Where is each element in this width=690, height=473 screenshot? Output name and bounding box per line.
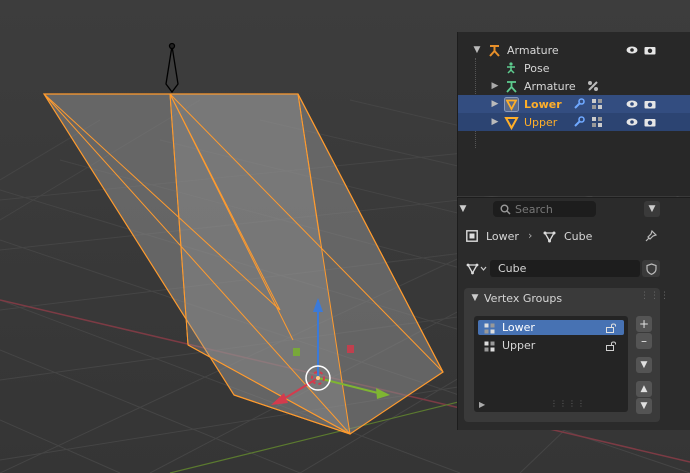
fake-user-shield-icon[interactable] xyxy=(642,260,660,277)
mesh-object-icon xyxy=(503,113,519,131)
mesh-object-icon xyxy=(503,95,519,113)
add-vertex-group-button[interactable]: + xyxy=(636,316,652,332)
outliner-row-upper[interactable]: ▶ Upper xyxy=(458,113,690,131)
search-icon xyxy=(498,202,512,216)
search-input[interactable]: Search xyxy=(493,201,596,217)
mesh-datablock-browse[interactable] xyxy=(466,261,488,277)
vertex-group-item-lower[interactable]: Lower xyxy=(478,320,624,335)
camera-icon[interactable] xyxy=(643,95,657,113)
search-placeholder: Search xyxy=(515,202,553,216)
vertex-group-list[interactable]: Lower Upper ▶ ⋮⋮⋮⋮ xyxy=(474,316,628,412)
chevron-right-icon[interactable]: ▶ xyxy=(490,95,500,113)
chevron-right-icon[interactable]: ▶ xyxy=(490,77,500,95)
vertex-groups-icon xyxy=(590,113,604,131)
eye-icon[interactable] xyxy=(625,95,639,113)
drag-handle-icon[interactable]: ⋮⋮⋮ xyxy=(640,291,670,301)
outliner-row-label: Armature xyxy=(507,43,559,57)
armature-object-icon xyxy=(486,41,502,59)
pin-icon[interactable] xyxy=(644,229,658,243)
mesh-name-value: Cube xyxy=(498,262,527,275)
outliner-row-label: Lower xyxy=(524,97,562,111)
remove-vertex-group-button[interactable]: – xyxy=(636,333,652,349)
vertex-groups-panel: ▼ Vertex Groups ⋮⋮⋮ Lower Upper ▶ ⋮⋮⋮⋮ +… xyxy=(464,288,669,422)
outliner-row-label: Upper xyxy=(524,115,558,129)
lock-icon[interactable] xyxy=(604,321,618,334)
breadcrumb-data: Cube xyxy=(564,230,593,243)
vertex-groups-icon xyxy=(483,340,495,352)
armature-data-icon xyxy=(504,77,518,95)
chevron-down-icon[interactable]: ▼ xyxy=(472,41,482,59)
object-icon xyxy=(465,229,479,243)
outliner-row-lower[interactable]: ▶ Lower xyxy=(458,95,690,113)
wrench-icon[interactable] xyxy=(572,95,586,113)
outliner-row-armature-object[interactable]: ▼ Armature xyxy=(458,41,690,59)
outliner-row-label: Armature xyxy=(524,79,576,93)
vertex-groups-icon xyxy=(483,322,495,334)
outliner-row-armature-data[interactable]: ▶ Armature xyxy=(458,77,690,95)
move-up-button[interactable]: ▲ xyxy=(636,381,652,397)
vertex-group-specials-button[interactable]: ▼ xyxy=(636,357,652,373)
vertex-groups-header[interactable]: ▼ Vertex Groups ⋮⋮⋮ xyxy=(464,288,669,308)
pose-icon xyxy=(504,59,518,77)
filter-options-icon[interactable]: ▶ xyxy=(479,400,485,409)
eye-icon[interactable] xyxy=(625,113,639,131)
outliner-row-pose[interactable]: Pose xyxy=(458,59,690,77)
chevron-down-icon[interactable]: ▼ xyxy=(458,202,468,216)
move-down-button[interactable]: ▼ xyxy=(636,398,652,414)
eye-icon[interactable] xyxy=(625,41,639,59)
options-dropdown-icon[interactable]: ▼ xyxy=(644,201,660,217)
panel-title: Vertex Groups xyxy=(484,292,563,305)
camera-icon[interactable] xyxy=(643,41,657,59)
lock-icon[interactable] xyxy=(604,339,618,352)
breadcrumb-separator: › xyxy=(528,229,533,242)
resize-handle-icon[interactable]: ⋮⋮⋮⋮ xyxy=(550,399,586,408)
outliner-row-label: Pose xyxy=(524,61,550,75)
vertex-group-item-upper[interactable]: Upper xyxy=(478,338,624,353)
vertex-group-name: Upper xyxy=(502,339,536,352)
mesh-data-icon xyxy=(542,229,556,243)
modifier-bone-icon xyxy=(586,77,600,95)
breadcrumb-object: Lower xyxy=(486,230,519,243)
mesh-name-field[interactable]: Cube xyxy=(490,260,640,277)
wrench-icon[interactable] xyxy=(572,113,586,131)
outliner-panel[interactable]: ▼ Armature Pose ▶ Armature ▶ Lower ▶ Upp… xyxy=(457,32,690,196)
chevron-right-icon[interactable]: ▶ xyxy=(490,113,500,131)
properties-panel[interactable]: ▼ Search ▼ Lower › Cube Cube ▼ Vertex Gr… xyxy=(457,197,690,430)
camera-icon[interactable] xyxy=(643,113,657,131)
vertex-group-name: Lower xyxy=(502,321,535,334)
vertex-groups-icon xyxy=(590,95,604,113)
chevron-down-icon[interactable]: ▼ xyxy=(470,292,480,304)
